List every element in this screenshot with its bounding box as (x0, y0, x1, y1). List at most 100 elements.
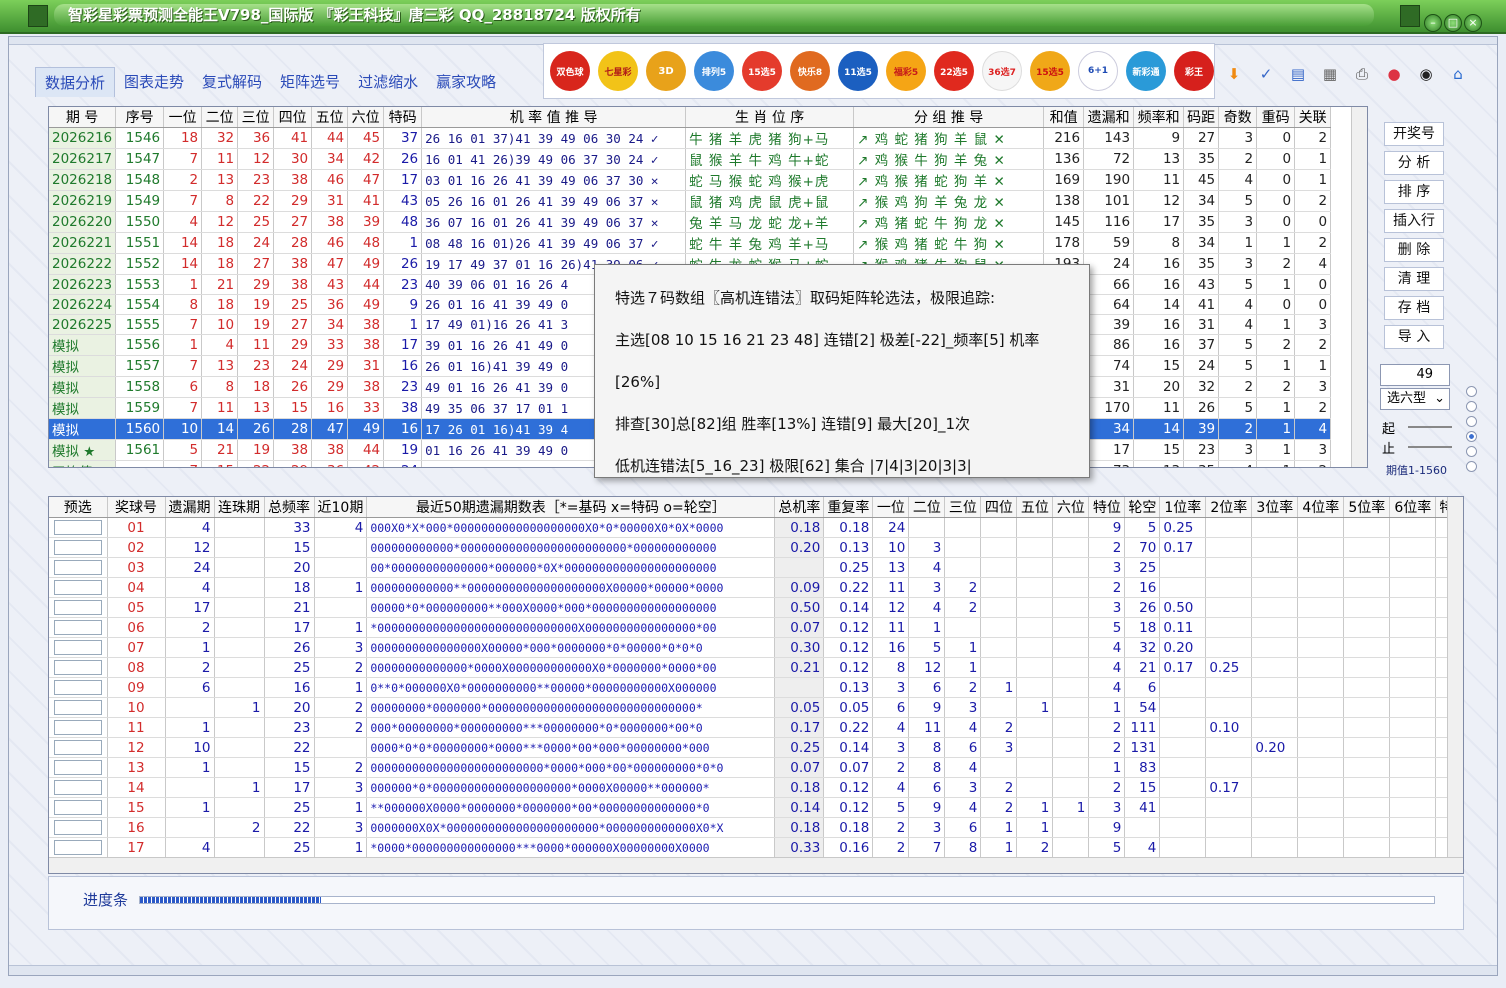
logo-pl5-icon[interactable]: 排列5 (694, 51, 734, 91)
table-row[interactable]: 2026216 1546 18 32 36 41 44 45 37 26 16 01 37)41 … (49, 127, 1332, 149)
calculator-icon[interactable]: ▦ (1317, 59, 1343, 89)
preselect-checkbox[interactable] (53, 560, 102, 575)
preselect-cell[interactable] (49, 777, 108, 798)
bottom-col-header[interactable]: 近10期 (314, 497, 368, 518)
main-col-header[interactable]: 六位 (347, 107, 385, 128)
folder-icon[interactable]: ▤ (1285, 59, 1311, 89)
main-col-header[interactable]: 期 号 (49, 107, 117, 128)
preselect-checkbox[interactable] (53, 780, 102, 795)
preselect-checkbox[interactable] (53, 740, 102, 755)
bottom-col-header[interactable]: 四位 (980, 497, 1018, 518)
preselect-cell[interactable] (49, 557, 108, 578)
minimize-icon[interactable]: – (1424, 14, 1442, 32)
bottom-col-header[interactable]: 轮空 (1124, 497, 1161, 518)
main-col-header[interactable]: 序号 (115, 107, 165, 128)
preselect-cell[interactable] (49, 637, 108, 658)
close-icon[interactable]: × (1464, 14, 1482, 32)
logo-ssq-icon[interactable]: 双色球 (550, 51, 590, 91)
table-row[interactable]: 03 24 20 00*00000000000000*000000*0X*000000… (49, 557, 1458, 578)
preselect-cell[interactable] (49, 517, 108, 538)
radio-2[interactable] (1466, 401, 1477, 412)
main-col-header[interactable]: 四位 (273, 107, 313, 128)
bottom-table-vscroll[interactable] (1447, 497, 1463, 873)
bottom-col-header[interactable]: 6位率 (1389, 497, 1437, 518)
tab-filter-shrink[interactable]: 过滤缩水 (349, 67, 427, 97)
logo-qxc-icon[interactable]: 七星彩 (598, 51, 638, 91)
table-row[interactable]: 2026219 1549 7 8 22 29 31 41 43 05 26 16 01 26 41… (49, 190, 1332, 212)
logo-3d-icon[interactable]: 3D (646, 51, 686, 91)
gumball-icon[interactable]: ● (1381, 59, 1407, 89)
bottom-col-header[interactable]: 三位 (944, 497, 982, 518)
preselect-cell[interactable] (49, 617, 108, 638)
main-col-header[interactable]: 三位 (237, 107, 275, 128)
radio-1[interactable] (1466, 386, 1477, 397)
radio-6[interactable] (1466, 461, 1477, 472)
tab-compound-decode[interactable]: 复式解码 (193, 67, 271, 97)
preselect-checkbox[interactable] (53, 680, 102, 695)
table-row[interactable]: 13 1 15 2 0000000000000000000000000*0000*000… (49, 757, 1458, 778)
table-row[interactable]: 08 2 25 2 00000000000000*0000X000000000000X0… (49, 657, 1458, 678)
app-icon[interactable] (28, 5, 48, 27)
logo-15x5-icon[interactable]: 15选5 (742, 51, 782, 91)
clear-button[interactable]: 清 理 (1384, 267, 1444, 291)
analyze-button[interactable]: 分 析 (1384, 151, 1444, 175)
bottom-col-header[interactable]: 总频率 (264, 497, 315, 518)
preselect-checkbox[interactable] (53, 540, 102, 555)
preselect-checkbox[interactable] (53, 700, 102, 715)
preselect-cell[interactable] (49, 537, 108, 558)
table-row[interactable]: 09 6 16 1 0**0*000000X0*0000000000**00000*00… (49, 677, 1458, 698)
import-button[interactable]: 导 入 (1384, 325, 1444, 349)
table-row[interactable]: 01 4 33 4 000X0*X*000*0000000000000000000X0*… (49, 517, 1458, 538)
type-select[interactable]: 选六型 ⌄ (1380, 388, 1450, 410)
bottom-col-header[interactable]: 最近50期遗漏期数表［*=基码 x=特码 o=轮空］ (366, 497, 776, 518)
bottom-col-header[interactable]: 连珠期 (214, 497, 265, 518)
main-col-header[interactable]: 码距 (1183, 107, 1220, 128)
bottom-col-header[interactable]: 3位率 (1251, 497, 1299, 518)
count-spinner[interactable]: 49 (1380, 364, 1450, 386)
table-row[interactable]: 2026218 1548 2 13 23 38 46 47 17 03 01 16 26 41 3… (49, 169, 1332, 191)
logo-22x5-icon[interactable]: 22选5 (934, 51, 974, 91)
preselect-checkbox[interactable] (53, 520, 102, 535)
bottom-col-header[interactable]: 奖球号 (107, 497, 166, 518)
table-row[interactable]: 04 4 18 1 000000000000**00000000000000000000… (49, 577, 1458, 598)
preselect-cell[interactable] (49, 817, 108, 838)
main-col-header[interactable]: 机 率 值 推 导 (421, 107, 687, 128)
logo-kl8-icon[interactable]: 快乐8 (790, 51, 830, 91)
table-row[interactable]: 2026217 1547 7 11 12 30 34 42 26 16 01 41 26)39 4… (49, 148, 1332, 170)
main-table-vscroll[interactable] (1351, 107, 1367, 467)
bottom-col-header[interactable]: 4位率 (1297, 497, 1345, 518)
bottom-col-header[interactable]: 5位率 (1343, 497, 1391, 518)
table-row[interactable]: 2026221 1551 14 18 24 28 46 48 1 08 48 16 01)26 4… (49, 232, 1332, 254)
end-slider[interactable] (1408, 446, 1452, 448)
bottom-col-header[interactable]: 一位 (872, 497, 910, 518)
logo-xct-icon[interactable]: 新彩通 (1126, 51, 1166, 91)
preselect-checkbox[interactable] (53, 800, 102, 815)
main-col-header[interactable]: 五位 (311, 107, 349, 128)
qq-icon[interactable]: ◉ (1413, 59, 1439, 89)
preselect-cell[interactable] (49, 837, 108, 858)
bottom-col-header[interactable]: 二位 (908, 497, 946, 518)
logo-6plus1-icon[interactable]: 6+1 (1078, 51, 1118, 91)
main-col-header[interactable]: 重码 (1256, 107, 1296, 128)
bottom-col-header[interactable]: 总机率 (774, 497, 825, 518)
logo-15x5b-icon[interactable]: 15选5 (1030, 51, 1070, 91)
tab-chart-trend[interactable]: 图表走势 (115, 67, 193, 97)
main-col-header[interactable]: 频率和 (1133, 107, 1185, 128)
bottom-col-header[interactable]: 1位率 (1159, 497, 1207, 518)
table-row[interactable]: 05 17 21 00000*0*000000000**000X0000*000*00… (49, 597, 1458, 618)
table-row[interactable]: 06 2 17 1 *00000000000000000000000000000X000… (49, 617, 1458, 638)
preselect-checkbox[interactable] (53, 840, 102, 855)
preselect-cell[interactable] (49, 757, 108, 778)
table-row[interactable]: 16 2 22 3 0000000X0X*0000000000000000000000*… (49, 817, 1458, 838)
radio-3[interactable] (1466, 416, 1477, 427)
main-col-header[interactable]: 一位 (163, 107, 203, 128)
preselect-cell[interactable] (49, 697, 108, 718)
insert-row-button[interactable]: 插入行 (1384, 209, 1444, 233)
table-row[interactable]: 17 4 25 1 *0000*000000000000000***0000*00000… (49, 837, 1458, 858)
draw-number-button[interactable]: 开奖号 (1384, 122, 1444, 146)
preselect-cell[interactable] (49, 597, 108, 618)
table-row[interactable]: 12 10 22 0000*0*0*00000000*0000***0000*00*0… (49, 737, 1458, 758)
arrow-down-icon[interactable]: ⬇ (1221, 59, 1247, 89)
maximize-icon[interactable]: □ (1444, 14, 1462, 32)
tab-data-analysis[interactable]: 数据分析 (35, 67, 116, 97)
